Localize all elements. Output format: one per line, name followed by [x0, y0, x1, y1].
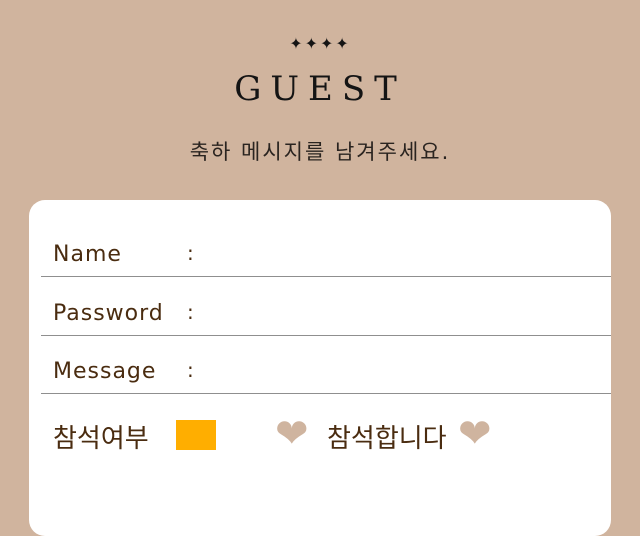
- password-label: Password: [53, 301, 164, 326]
- heart-icon: ❤: [275, 411, 309, 457]
- password-colon: :: [187, 300, 194, 324]
- name-field-row: Name :: [41, 218, 611, 277]
- page-subtitle: 축하 메시지를 남겨주세요.: [189, 140, 451, 164]
- attendance-checkbox[interactable]: [176, 420, 216, 450]
- name-colon: :: [187, 241, 194, 265]
- name-input[interactable]: [211, 238, 605, 270]
- password-field-row: Password :: [41, 277, 611, 336]
- attending-option-label[interactable]: 참석합니다: [327, 418, 447, 455]
- stars-decoration: ✦✦✦✦: [289, 34, 351, 53]
- message-colon: :: [187, 358, 194, 382]
- message-label: Message: [53, 359, 157, 384]
- message-field-row: Message :: [41, 335, 611, 394]
- attendance-label: 참석여부: [53, 424, 149, 454]
- message-input[interactable]: [211, 355, 605, 387]
- password-input[interactable]: [211, 297, 605, 329]
- page-title: GUEST: [234, 69, 406, 109]
- name-label: Name: [53, 242, 122, 267]
- guestbook-page: ✦✦✦✦ GUEST 축하 메시지를 남겨주세요. Name : Passwor…: [0, 0, 640, 536]
- heart-icon: ❤: [458, 411, 492, 457]
- guestbook-form-card: Name : Password : Message : 참석여부 ❤ 참석합니다…: [29, 200, 611, 536]
